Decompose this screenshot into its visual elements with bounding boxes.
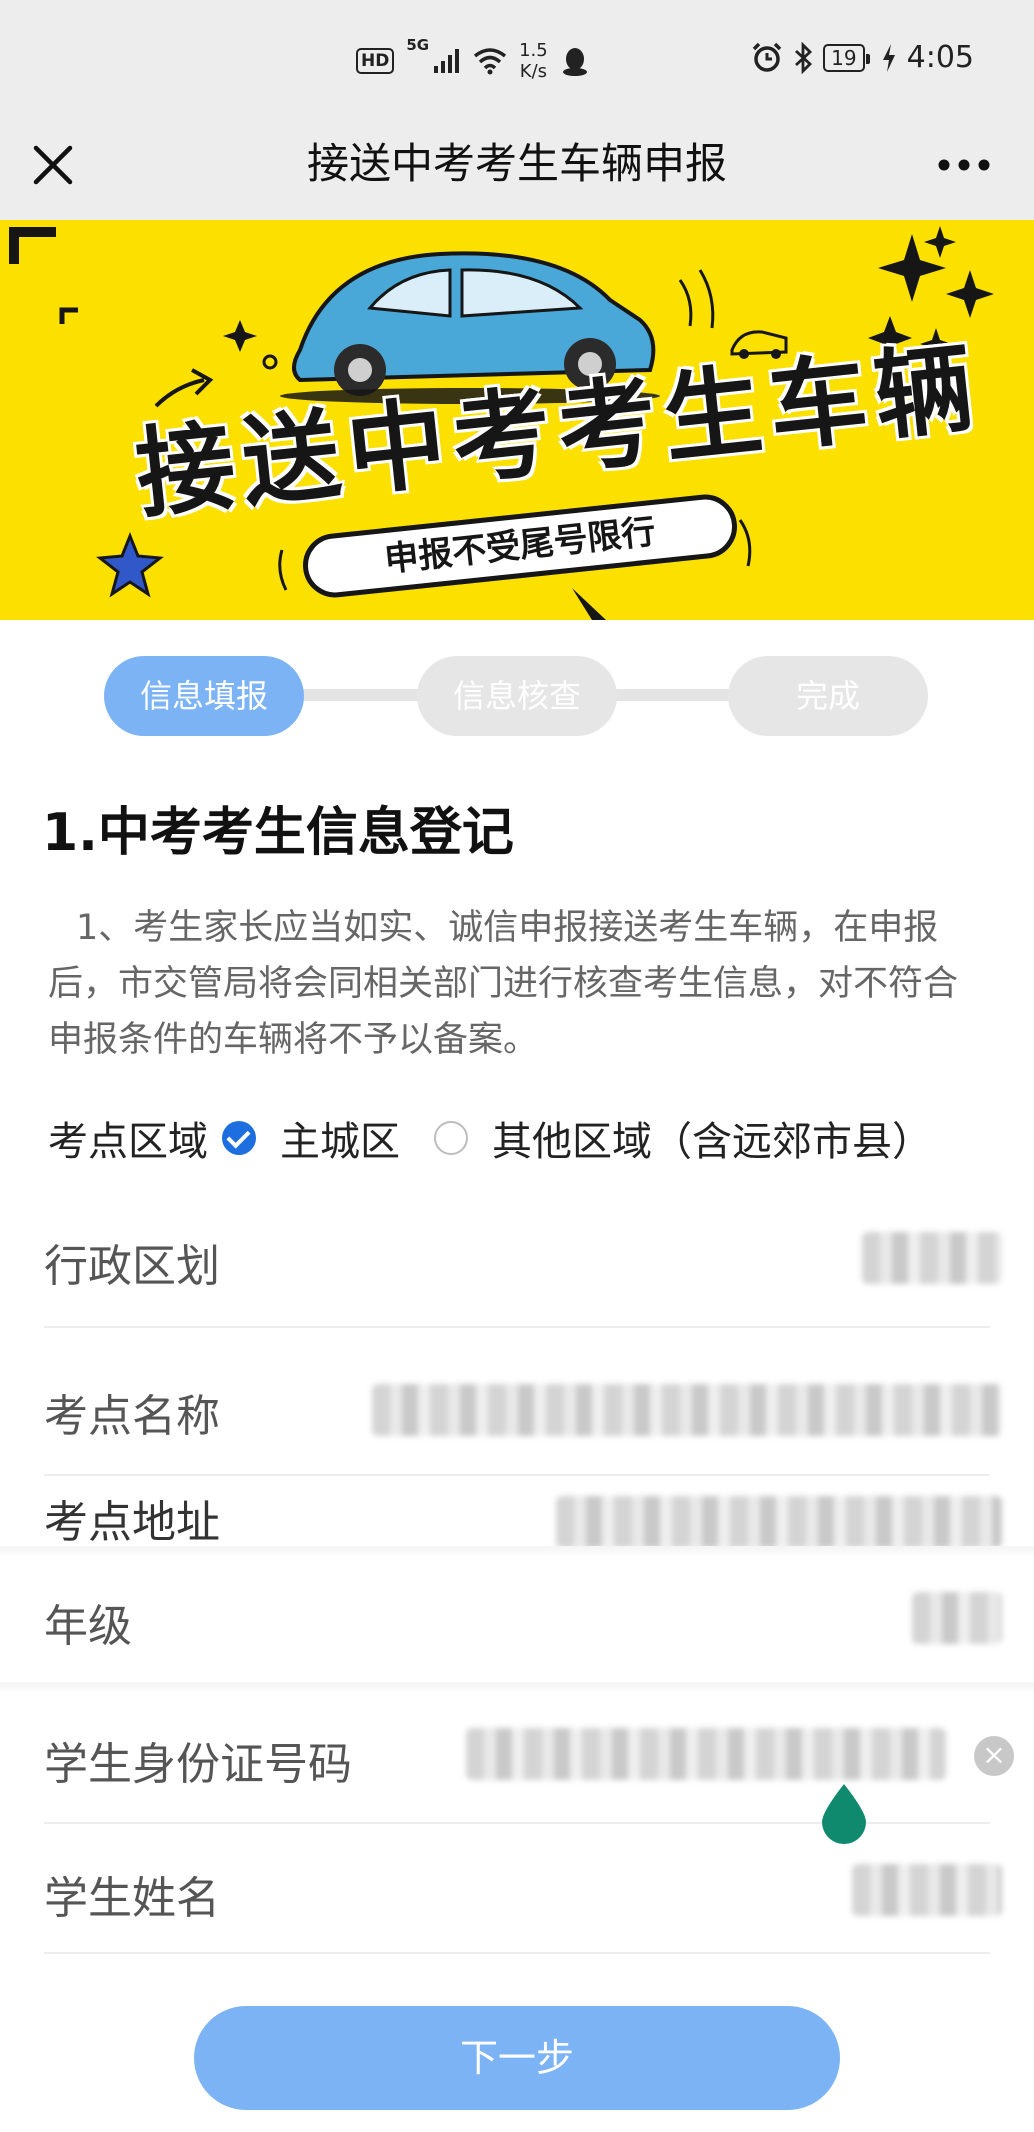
charging-icon: [882, 43, 895, 72]
field-exam-site-address-label: 考点地址: [44, 1497, 220, 1548]
divider: [44, 1952, 990, 1954]
field-exam-site-name-label: 考点名称: [44, 1391, 220, 1442]
nav-bar: 接送中考考生车辆申报: [0, 116, 1034, 220]
status-bar: HD 5G 1.5 K/s 19 4:05: [0, 0, 1034, 116]
region-label: 考点区域: [48, 1119, 208, 1165]
battery-indicator: 19: [823, 43, 871, 72]
network-speed-unit: K/s: [519, 61, 548, 82]
status-left-icons: HD 5G 1.5 K/s: [356, 36, 590, 82]
field-student-name-label: 学生姓名: [44, 1873, 220, 1924]
radio-main-city[interactable]: [222, 1121, 256, 1155]
field-grade-value-redacted: [912, 1592, 1002, 1644]
signal-icon: [434, 49, 460, 73]
step-fill-info: 信息填报: [104, 656, 304, 736]
clock: 4:05: [906, 40, 974, 75]
field-student-id-number-label: 学生身份证号码: [44, 1739, 352, 1790]
status-right-icons: 19 4:05: [751, 40, 974, 75]
step-verify-info: 信息核查: [417, 656, 617, 736]
field-district-label: 行政区划: [44, 1241, 220, 1292]
section-title: 1.中考考生信息登记: [42, 803, 514, 863]
field-exam-site-address-value-redacted: [556, 1496, 1002, 1548]
field-student-name-value-redacted: [852, 1864, 1002, 1916]
field-grade[interactable]: 年级: [44, 1552, 1002, 1688]
notice-text: 1、考生家长应当如实、诚信申报接送考生车辆，在申报后，市交管局将会同相关部门进行…: [48, 908, 959, 1060]
network-type: 5G: [406, 36, 430, 54]
hd-badge: HD: [356, 48, 395, 74]
field-district[interactable]: 行政区划: [44, 1180, 1002, 1328]
field-exam-site-name-value-redacted: [372, 1384, 1002, 1436]
clear-input-icon[interactable]: ×: [974, 1736, 1014, 1776]
step-connector: [300, 689, 420, 701]
field-district-value-redacted: [862, 1232, 1002, 1284]
page-title: 接送中考考生车辆申报: [306, 139, 727, 188]
radio-main-city-label[interactable]: 主城区: [280, 1109, 400, 1167]
progress-steps: 信息填报 信息核查 完成: [0, 620, 1034, 770]
qq-icon: [562, 48, 587, 76]
alarm-icon: [752, 42, 782, 72]
bluetooth-icon: [795, 41, 813, 74]
step-connector: [614, 689, 734, 701]
more-icon[interactable]: [934, 142, 994, 188]
promo-banner: 接送中考考生车辆 申报不受尾号限行: [0, 220, 1034, 620]
radio-other-region[interactable]: [434, 1121, 468, 1155]
field-grade-label: 年级: [44, 1601, 132, 1652]
field-exam-site-name[interactable]: 考点名称: [44, 1328, 1002, 1476]
network-speed-value: 1.5: [519, 40, 548, 61]
next-step-button[interactable]: 下一步: [194, 2006, 840, 2110]
network-speed: 1.5 K/s: [519, 40, 548, 82]
field-student-name[interactable]: 学生姓名: [44, 1824, 1002, 1954]
radio-other-region-label[interactable]: 其他区域（含远郊市县）: [492, 1109, 932, 1167]
exam-region-selector: 考点区域 主城区 其他区域（含远郊市县）: [48, 1108, 1028, 1168]
field-student-id-number-value-redacted[interactable]: [466, 1728, 946, 1780]
step-complete: 完成: [728, 656, 928, 736]
field-exam-site-address[interactable]: 考点地址: [44, 1476, 1002, 1550]
wifi-icon: [474, 48, 507, 75]
